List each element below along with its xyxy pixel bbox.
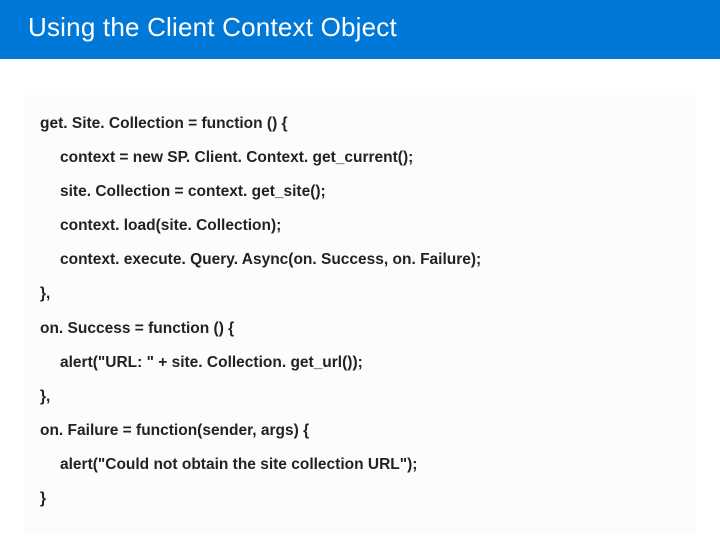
code-line: context = new SP. Client. Context. get_c… — [40, 141, 680, 175]
code-line: context. execute. Query. Async(on. Succe… — [40, 243, 680, 277]
code-line: alert("URL: " + site. Collection. get_ur… — [40, 346, 680, 380]
slide-title: Using the Client Context Object — [28, 12, 397, 42]
code-line: context. load(site. Collection); — [40, 209, 680, 243]
code-line: }, — [40, 277, 680, 311]
code-line: }, — [40, 380, 680, 414]
code-block: get. Site. Collection = function () { co… — [24, 95, 696, 534]
code-line: get. Site. Collection = function () { — [40, 107, 680, 141]
code-line: } — [40, 482, 680, 516]
code-line: on. Success = function () { — [40, 312, 680, 346]
code-line: site. Collection = context. get_site(); — [40, 175, 680, 209]
slide-title-bar: Using the Client Context Object — [0, 0, 720, 59]
code-line: alert("Could not obtain the site collect… — [40, 448, 680, 482]
code-line: on. Failure = function(sender, args) { — [40, 414, 680, 448]
